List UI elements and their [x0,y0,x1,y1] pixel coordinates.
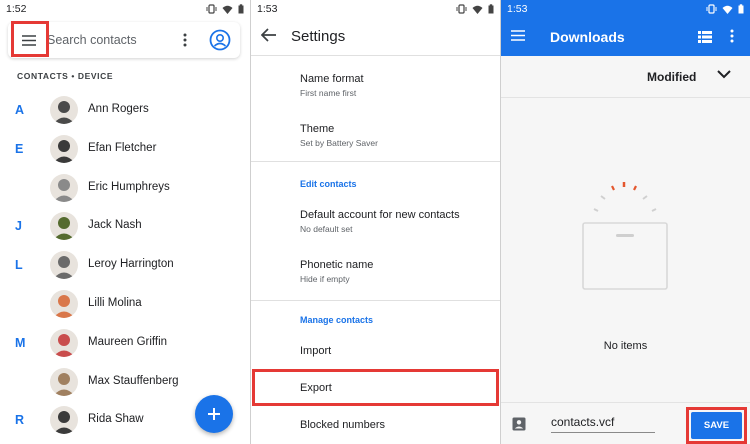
settings-item-name-format[interactable]: Name format [300,73,364,85]
avatar [50,290,78,318]
back-button[interactable] [260,28,279,46]
contact-row[interactable]: J Jack Nash [0,207,250,246]
contact-name: Lilli Molina [88,297,142,309]
more-options-button[interactable] [730,29,734,48]
arrow-back-icon [260,28,276,42]
highlight-box-save [686,407,747,444]
settings-section-header: Edit contacts [300,179,357,189]
highlight-box-export [252,369,499,406]
filename-input[interactable]: contacts.vcf [551,415,655,433]
settings-item-theme[interactable]: Theme [300,123,334,135]
contact-row[interactable]: M Maureen Griffin [0,324,250,363]
settings-item-subtitle: Set by Battery Saver [300,138,378,148]
list-view-icon [698,31,712,43]
avatar [50,367,78,396]
avatar [50,173,78,202]
avatar [50,96,78,124]
settings-item-import[interactable]: Import [300,345,331,357]
settings-item-phonetic-name[interactable]: Phonetic name [300,259,373,271]
status-time: 1:52 [6,3,27,15]
status-bar: 1:53 [251,0,500,18]
settings-screen: 1:53 Settings Name format First name firs… [251,0,500,444]
list-view-button[interactable] [698,30,712,48]
contact-name: Efan Fletcher [88,141,157,154]
section-divider [251,300,500,301]
downloads-screen: 1:53 Downloads Modified No items contact… [501,0,750,444]
contact-name: Rida Shaw [88,413,144,426]
contacts-screen: 1:52 Search contacts CONTACTS • DEVICE A… [0,0,250,444]
settings-item-subtitle: No default set [300,224,353,234]
contact-name: Maureen Griffin [88,335,168,348]
account-button[interactable] [209,29,231,51]
contact-index-letter: R [15,413,25,428]
section-label: CONTACTS • DEVICE [17,71,114,81]
settings-item-subtitle: First name first [300,88,357,98]
contact-row[interactable]: Eric Humphreys [0,169,250,208]
contact-name: Eric Humphreys [88,180,170,193]
vibrate-icon [206,4,217,14]
wifi-icon [722,5,733,14]
contact-name: Max Stauffenberg [88,374,179,387]
avatar [50,134,78,163]
plus-icon [208,408,220,420]
contact-name: Leroy Harrington [88,258,174,271]
section-divider [251,161,500,162]
contact-file-icon [512,417,526,431]
status-time: 1:53 [257,3,278,15]
contact-row[interactable]: E Efan Fletcher [0,130,250,169]
hamburger-icon [511,30,525,41]
vibrate-icon [706,4,717,14]
save-bar: contacts.vcf SAVE [501,402,750,444]
settings-item-default-account-for-new-contacts[interactable]: Default account for new contacts [300,209,460,221]
settings-item-subtitle: Hide if empty [300,274,350,284]
vibrate-icon [456,4,467,14]
empty-state-text: No items [603,340,648,352]
battery-icon [738,4,744,14]
status-bar: 1:53 [501,0,750,18]
contact-index-letter: E [15,141,24,156]
contact-index-letter: A [15,103,25,117]
chevron-down-icon[interactable] [717,70,731,79]
status-time: 1:53 [507,3,528,15]
avatar [50,251,78,280]
avatar [50,328,78,357]
contact-name: Ann Rogers [88,103,149,115]
sort-bar[interactable]: Modified [501,56,750,98]
sort-label[interactable]: Modified [647,70,696,84]
wifi-icon [222,5,233,14]
account-circle-icon [209,29,231,51]
add-contact-button[interactable] [195,395,233,433]
more-vert-icon [730,29,734,43]
highlight-box-menu [11,21,49,57]
wifi-icon [472,5,483,14]
search-input[interactable]: Search contacts [47,33,137,47]
contact-index-letter: M [15,335,26,350]
contact-row[interactable]: L Leroy Harrington [0,246,250,285]
battery-icon [238,4,244,14]
battery-icon [488,4,494,14]
contact-name: Jack Nash [88,219,142,232]
contact-index-letter: J [15,219,22,234]
downloads-app-bar: 1:53 Downloads [501,0,750,56]
avatar [50,212,78,241]
empty-folder-illustration [582,182,668,290]
settings-item-blocked-numbers[interactable]: Blocked numbers [300,419,385,431]
contact-index-letter: L [15,258,23,273]
contact-row[interactable]: A Ann Rogers [0,91,250,130]
settings-section-header: Manage contacts [300,315,374,325]
avatar [50,406,78,435]
settings-toolbar: Settings [251,18,500,56]
hamburger-menu-button[interactable] [511,28,525,46]
status-bar: 1:52 [0,0,250,18]
page-title: Settings [291,28,346,45]
more-vert-icon [183,33,187,47]
contact-row[interactable]: Lilli Molina [0,285,250,324]
page-title: Downloads [550,29,625,45]
more-options-button[interactable] [176,31,194,49]
